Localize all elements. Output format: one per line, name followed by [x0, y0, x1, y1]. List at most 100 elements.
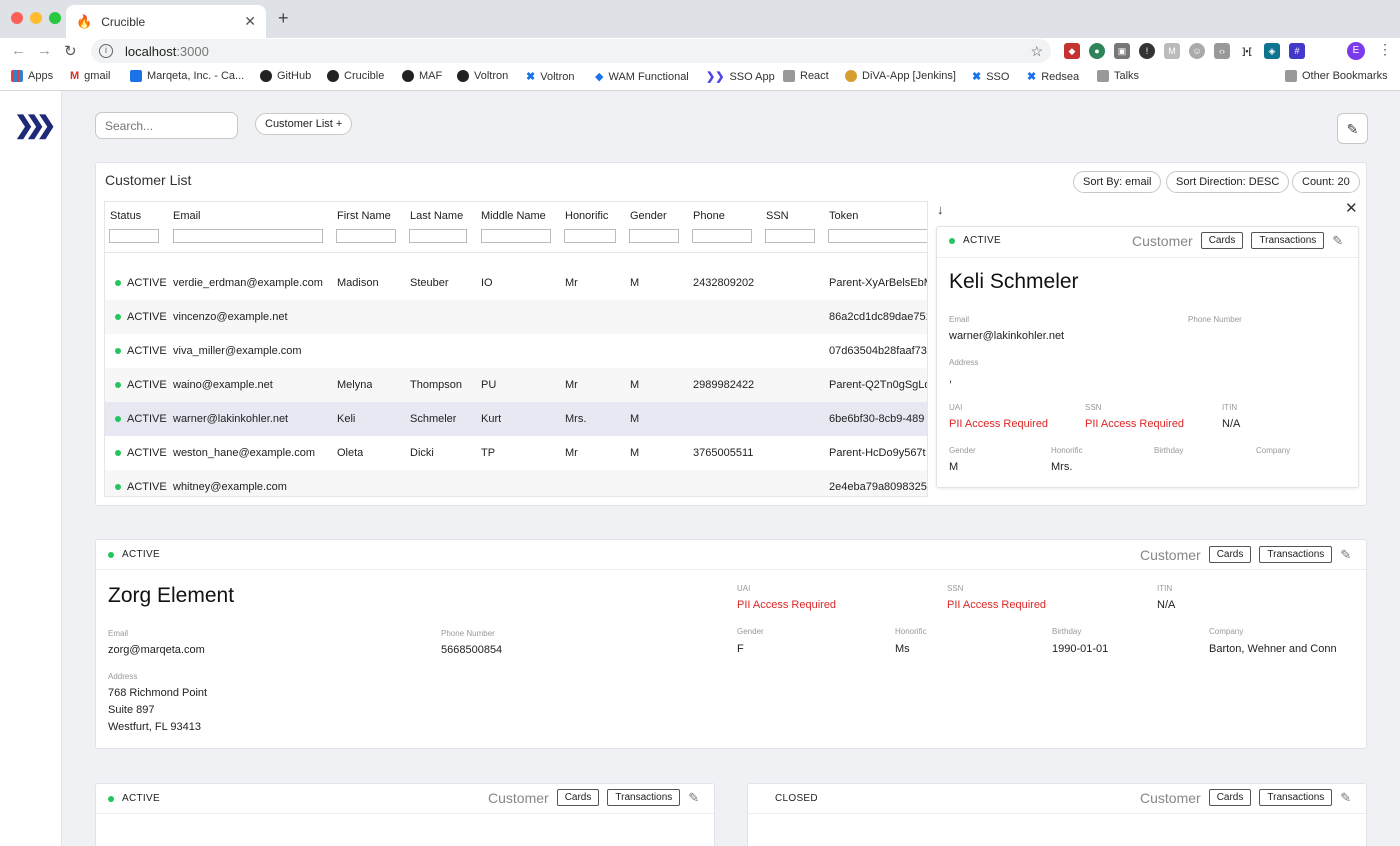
github-icon — [457, 70, 469, 82]
filter-middle-name-input[interactable] — [481, 229, 551, 243]
sort-direction-button[interactable]: Sort Direction: DESC — [1166, 171, 1290, 193]
status-dot-icon — [115, 416, 121, 423]
extension-icon[interactable]: ◈ — [1264, 43, 1280, 59]
customer-list-add-button[interactable]: Customer List + — [255, 113, 353, 135]
bookmark-diva-app[interactable]: DiVA-App [Jenkins] — [845, 70, 956, 82]
filter-gender-input[interactable] — [629, 229, 679, 243]
bookmark-star-icon[interactable]: ☆ — [1030, 43, 1043, 60]
pencil-icon[interactable]: ✎ — [688, 790, 699, 806]
extension-icon[interactable]: M — [1164, 43, 1180, 59]
bookmark-maf[interactable]: MAF — [402, 70, 442, 82]
bookmark-talks[interactable]: Talks — [1097, 70, 1139, 82]
bookmark-crucible[interactable]: Crucible — [327, 70, 384, 82]
bookmark-react[interactable]: React — [783, 70, 829, 82]
url-field[interactable]: i localhost:3000 ☆ — [91, 39, 1051, 63]
close-window-button[interactable] — [11, 12, 23, 24]
filter-honorific-input[interactable] — [564, 229, 616, 243]
table-row-selected[interactable]: ACTIVE warner@lakinkohler.net Keli Schme… — [105, 402, 927, 436]
cards-button[interactable]: Cards — [1208, 546, 1252, 563]
extension-icon[interactable]: ☺ — [1189, 43, 1205, 59]
bookmark-voltron-confluence[interactable]: ✖ Voltron — [526, 70, 574, 84]
search-input[interactable] — [95, 112, 238, 139]
row-token: Parent-HcDo9y567t — [829, 447, 926, 459]
extension-icon[interactable]: ◆ — [1064, 43, 1080, 59]
bottom-left-status: ACTIVE — [108, 793, 160, 804]
status-dot-icon — [949, 237, 955, 244]
column-header-token[interactable]: Token — [829, 210, 858, 222]
browser-tab-strip: 🔥 Crucible ✕ + — [0, 0, 1400, 38]
row-status: ACTIVE — [127, 311, 167, 323]
status-text: ACTIVE — [122, 793, 160, 804]
column-header-gender[interactable]: Gender — [630, 210, 667, 222]
edit-layout-button[interactable]: ✎ — [1337, 113, 1368, 144]
pencil-icon[interactable]: ✎ — [1340, 547, 1351, 563]
column-header-honorific[interactable]: Honorific — [565, 210, 608, 222]
table-row[interactable]: ACTIVE vincenzo@example.net 86a2cd1dc89d… — [105, 300, 927, 334]
bookmark-sso[interactable]: ✖ SSO — [972, 70, 1009, 84]
filter-ssn-input[interactable] — [765, 229, 815, 243]
profile-avatar[interactable]: E — [1347, 42, 1365, 60]
cards-button[interactable]: Cards — [1208, 789, 1252, 806]
row-last-name: Schmeler — [410, 413, 457, 425]
row-gender: M — [630, 413, 640, 425]
transactions-button[interactable]: Transactions — [607, 789, 681, 806]
marqeta-logo-icon[interactable]: ❯❯❯ — [14, 111, 56, 140]
close-detail-icon[interactable]: ✕ — [1345, 199, 1358, 217]
table-row[interactable]: ACTIVE weston_hane@example.com Oleta Dic… — [105, 436, 927, 470]
minimize-window-button[interactable] — [30, 12, 42, 24]
sort-by-button[interactable]: Sort By: email — [1073, 171, 1162, 193]
pencil-icon[interactable]: ✎ — [1340, 790, 1351, 806]
table-row[interactable]: ACTIVE verdie_erdman@example.com Madison… — [105, 266, 927, 300]
bookmark-wam-functional[interactable]: ◆ WAM Functional — [595, 70, 689, 84]
extension-icon[interactable]: ! — [1139, 43, 1155, 59]
bookmark-gmail[interactable]: Mgmail — [70, 70, 110, 82]
email-label: Email — [108, 629, 129, 638]
bookmark-github[interactable]: GitHub — [260, 70, 311, 82]
maximize-window-button[interactable] — [49, 12, 61, 24]
back-icon[interactable]: ← — [11, 42, 26, 59]
reload-icon[interactable]: ↻ — [64, 42, 77, 60]
arrow-down-icon[interactable]: ↓ — [937, 202, 944, 217]
extension-icon[interactable]: # — [1289, 43, 1305, 59]
column-header-middle-name[interactable]: Middle Name — [481, 210, 546, 222]
extension-icon[interactable]: ‹› — [1214, 43, 1230, 59]
bookmark-voltron[interactable]: Voltron — [457, 70, 508, 82]
table-row[interactable]: ACTIVE waino@example.net Melyna Thompson… — [105, 368, 927, 402]
filter-token-input[interactable] — [828, 229, 927, 243]
close-tab-icon[interactable]: ✕ — [244, 13, 256, 30]
filter-phone-input[interactable] — [692, 229, 752, 243]
filter-email-input[interactable] — [173, 229, 323, 243]
filter-first-name-input[interactable] — [336, 229, 396, 243]
new-tab-icon[interactable]: + — [278, 8, 289, 29]
bookmark-sso-app[interactable]: ❯❯ SSO App — [706, 70, 775, 84]
column-header-ssn[interactable]: SSN — [766, 210, 789, 222]
table-row[interactable]: ACTIVE whitney@example.com 2e4eba79a8098… — [105, 470, 927, 496]
transactions-button[interactable]: Transactions — [1259, 789, 1333, 806]
column-header-status[interactable]: Status — [110, 210, 141, 222]
filter-last-name-input[interactable] — [409, 229, 467, 243]
column-header-email[interactable]: Email — [173, 210, 201, 222]
gender-value: M — [949, 461, 959, 473]
transactions-button[interactable]: Transactions — [1251, 232, 1325, 249]
transactions-button[interactable]: Transactions — [1259, 546, 1333, 563]
detail-status: ACTIVE — [949, 235, 1001, 246]
pencil-icon[interactable]: ✎ — [1332, 233, 1343, 249]
cards-button[interactable]: Cards — [556, 789, 600, 806]
table-row[interactable]: ACTIVE viva_miller@example.com 07d63504b… — [105, 334, 927, 368]
browser-menu-icon[interactable]: ⋮ — [1378, 41, 1392, 58]
extension-icon[interactable]: ]•[ — [1239, 43, 1255, 59]
bookmark-apps[interactable]: Apps — [11, 70, 53, 82]
extension-icon[interactable]: ● — [1089, 43, 1105, 59]
info-icon[interactable]: i — [99, 44, 113, 58]
bookmark-other[interactable]: Other Bookmarks — [1285, 70, 1388, 82]
forward-icon[interactable]: → — [37, 42, 52, 59]
column-header-phone[interactable]: Phone — [693, 210, 725, 222]
bookmark-redsea[interactable]: ✖ Redsea — [1027, 70, 1079, 84]
bookmark-marqeta[interactable]: Marqeta, Inc. - Ca... — [130, 70, 244, 82]
column-header-last-name[interactable]: Last Name — [410, 210, 463, 222]
extension-icon[interactable]: ▣ — [1114, 43, 1130, 59]
browser-tab[interactable]: 🔥 Crucible ✕ — [66, 5, 266, 38]
filter-status-input[interactable] — [109, 229, 159, 243]
column-header-first-name[interactable]: First Name — [337, 210, 391, 222]
cards-button[interactable]: Cards — [1200, 232, 1244, 249]
